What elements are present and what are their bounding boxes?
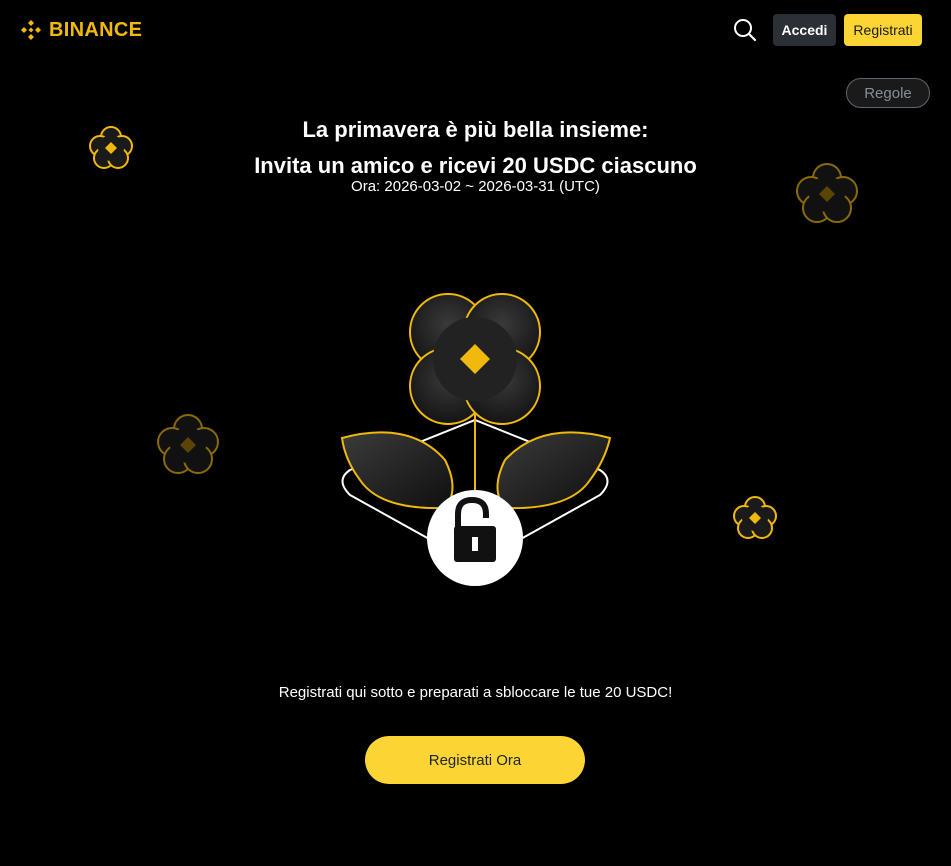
flower-icon — [796, 163, 858, 223]
flower-icon — [733, 496, 777, 539]
rules-button[interactable]: Regole — [846, 78, 930, 108]
register-button[interactable]: Registrati — [844, 14, 922, 46]
register-now-button[interactable]: Registrati Ora — [365, 736, 585, 784]
search-icon — [734, 19, 757, 42]
flower-icon — [157, 414, 219, 474]
campaign-title-line1: La primavera è più bella insieme: — [302, 117, 649, 142]
login-button[interactable]: Accedi — [773, 14, 836, 46]
binance-logo[interactable]: BINANCE — [19, 16, 142, 44]
logo-text: BINANCE — [49, 18, 143, 41]
flower-unlock-illustration — [340, 293, 612, 586]
top-nav: BINANCE Accedi Registrati — [0, 0, 951, 62]
search-button[interactable] — [732, 17, 758, 43]
cta-prompt: Registrati qui sotto e preparati a sbloc… — [278, 684, 673, 701]
flower-icon — [89, 126, 133, 169]
binance-logo-icon — [21, 20, 41, 40]
